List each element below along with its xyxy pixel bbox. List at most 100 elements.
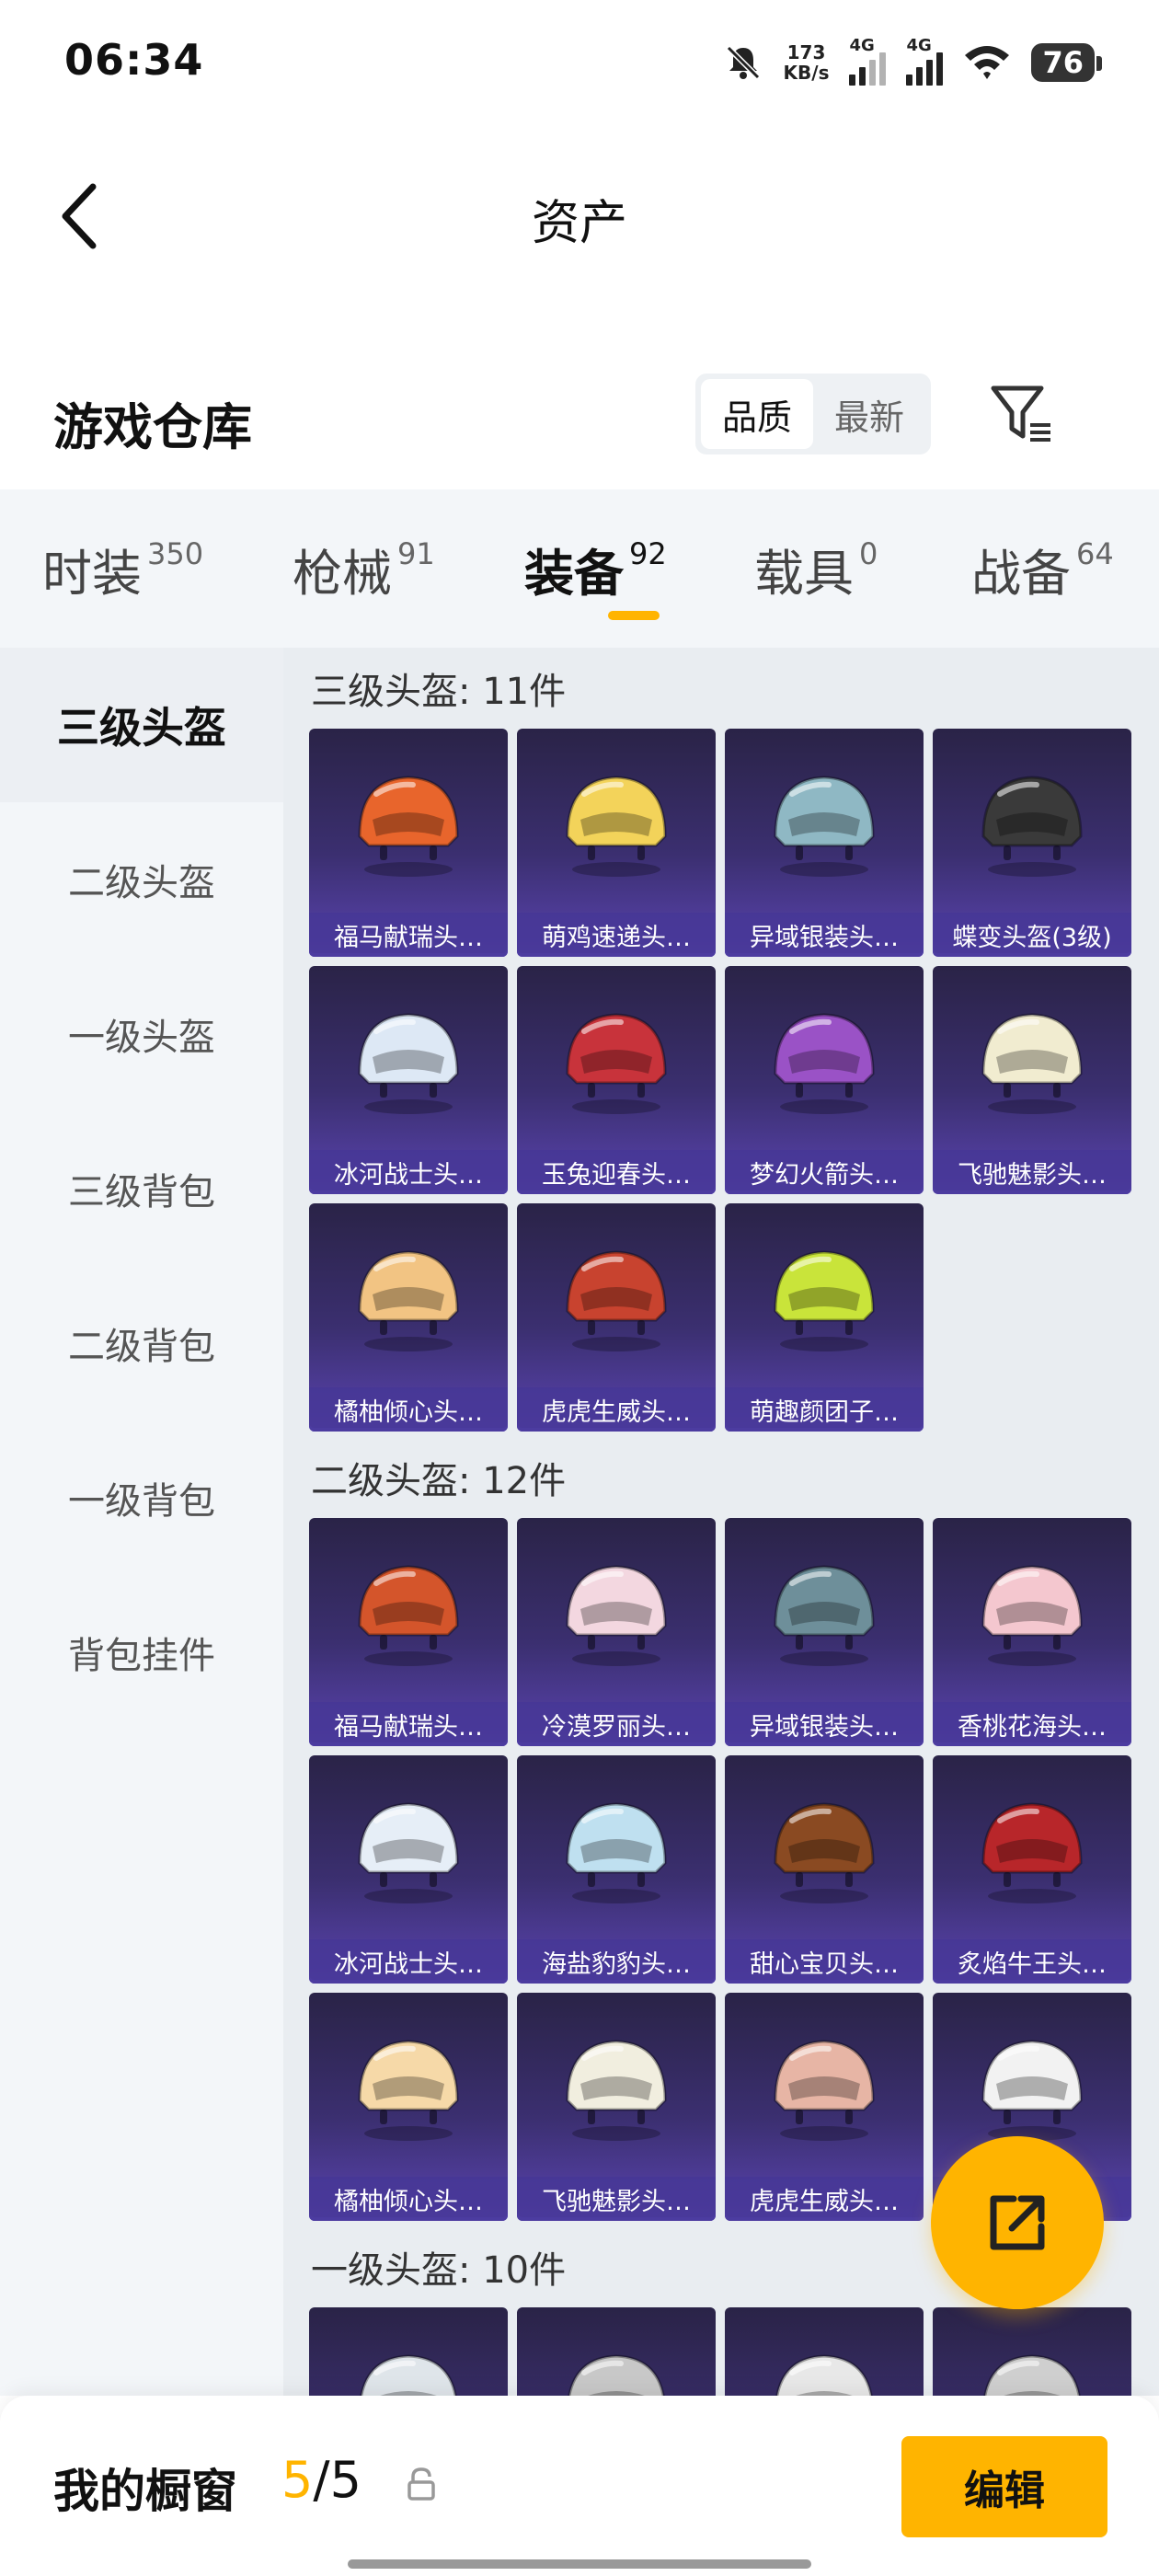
item-name: 飞驰魅影头… [933,1150,1131,1194]
item-card[interactable]: 梦幻火箭头… [725,966,924,1194]
sort-by-quality-button[interactable]: 品质 [701,379,813,449]
share-button[interactable] [931,2136,1104,2309]
item-card[interactable] [517,2307,716,2396]
item-name: 香桃花海头… [933,1702,1131,1746]
item-name: 橘柚倾心头… [309,1387,508,1432]
sidebar-item-backpack-pendant[interactable]: 背包挂件 [0,1575,283,1730]
item-name: 萌趣颜团子… [725,1387,924,1432]
item-card[interactable]: 蝶变头盔(3级) [933,729,1131,957]
showcase-separator: / [313,2451,330,2509]
sort-toggle: 品质 最新 [695,374,931,454]
helmet-icon [725,1755,924,1939]
item-name: 蝶变头盔(3级) [933,913,1131,957]
helmet-icon [725,1203,924,1387]
sidebar-item-level2-helmet[interactable]: 二级头盔 [0,802,283,957]
helmet-icon [309,966,508,1150]
item-card[interactable]: 萌鸡速递头… [517,729,716,957]
item-card[interactable]: 橘柚倾心头… [309,1993,508,2221]
item-name: 冷漠罗丽头… [517,1702,716,1746]
helmet-icon [517,729,716,913]
item-name: 飞驰魅影头… [517,2177,716,2221]
item-card[interactable] [933,2307,1131,2396]
item-name: 福马献瑞头… [309,913,508,957]
sidebar-item-level1-backpack[interactable]: 一级背包 [0,1420,283,1575]
page-title: 资产 [531,196,627,251]
item-card[interactable] [309,2307,508,2396]
battery-indicator: 76 [1031,43,1102,82]
share-external-icon [990,2195,1045,2250]
tab-label: 载具 [754,544,854,603]
item-grid: 福马献瑞头… 冷漠罗丽头… 异域银装头… 香桃花海头… 冰河战士头… 海盐豹豹头… 甜心宝贝… [283,1518,1159,2221]
helmet-icon [517,1203,716,1387]
helmet-icon [309,1755,508,1939]
sidebar-item-level2-backpack[interactable]: 二级背包 [0,1266,283,1420]
filter-icon [991,385,1050,442]
wifi-icon [965,46,1010,79]
sidebar-item-level1-helmet[interactable]: 一级头盔 [0,957,283,1111]
tab-label: 装备 [524,544,624,603]
item-card[interactable]: 虎虎生威头… [517,1203,716,1432]
item-card[interactable]: 橘柚倾心头… [309,1203,508,1432]
item-name: 冰河战士头… [309,1150,508,1194]
subcategory-sidebar: 三级头盔 二级头盔 一级头盔 三级背包 二级背包 一级背包 背包挂件 [0,648,283,2396]
app-header: 资产 [0,129,1159,294]
sidebar-item-level3-backpack[interactable]: 三级背包 [0,1111,283,1266]
item-name: 甜心宝贝头… [725,1939,924,1984]
item-name: 冰河战士头… [309,1939,508,1984]
status-bar: 06:34 173 KB/s 4G 4G 76 [0,0,1159,129]
item-groups: 三级头盔: 11件 福马献瑞头… 萌鸡速递头… 异域银装头… 蝶变头盔(3级) 冰河战士头… [283,648,1159,2396]
item-card[interactable]: 炙焰牛王头… [933,1755,1131,1984]
status-icons: 173 KB/s 4G 4G 76 [723,35,1102,90]
tab-fashion[interactable]: 时装 350 [42,489,293,648]
sort-by-newest-button[interactable]: 最新 [813,379,925,449]
item-card[interactable] [725,2307,924,2396]
item-card[interactable]: 冷漠罗丽头… [517,1518,716,1746]
showcase-current: 5 [281,2451,314,2509]
net-speed-value: 173 [786,41,826,63]
group-title: 二级头盔: 12件 [311,1460,567,1502]
item-card[interactable]: 冰河战士头… [309,966,508,1194]
tab-supplies[interactable]: 战备 64 [971,489,1146,648]
warehouse-header: 游戏仓库 品质 最新 [0,359,1159,488]
showcase-count: 5/5 [281,2451,361,2509]
helmet-icon [517,1755,716,1939]
helmet-icon [517,966,716,1150]
showcase-bar: 我的橱窗 5/5 编辑 [0,2396,1159,2576]
item-card[interactable]: 玉兔迎春头… [517,966,716,1194]
tab-count: 92 [629,536,667,571]
item-name: 玉兔迎春头… [517,1150,716,1194]
item-card[interactable]: 虎虎生威头… [725,1993,924,2221]
item-name: 异域银装头… [725,1702,924,1746]
item-card[interactable]: 福马献瑞头… [309,1518,508,1746]
item-name: 梦幻火箭头… [725,1150,924,1194]
signal-1-icon: 4G [849,36,887,86]
item-card[interactable]: 异域银装头… [725,729,924,957]
category-tabs: 时装 350 枪械 91 装备 92 载具 0 战备 64 [0,489,1159,648]
item-card[interactable]: 萌趣颜团子… [725,1203,924,1432]
item-card[interactable]: 香桃花海头… [933,1518,1131,1746]
item-card[interactable]: 飞驰魅影头… [517,1993,716,2221]
item-card[interactable]: 福马献瑞头… [309,729,508,957]
helmet-icon [933,1518,1131,1702]
tab-vehicles[interactable]: 载具 0 [754,489,971,648]
helmet-icon [309,1203,508,1387]
showcase-label: 我的橱窗 [53,2465,237,2518]
helmet-icon [517,1518,716,1702]
filter-button[interactable] [984,377,1058,451]
tab-count: 91 [397,536,435,571]
helmet-icon [933,2307,1131,2396]
sim1-label: 4G [849,36,875,55]
tab-equipment[interactable]: 装备 92 [524,489,754,648]
sidebar-item-level3-helmet[interactable]: 三级头盔 [0,648,283,802]
showcase-total: 5 [329,2451,361,2509]
item-card[interactable]: 冰河战士头… [309,1755,508,1984]
tab-firearms[interactable]: 枪械 91 [293,489,524,648]
edit-button[interactable]: 编辑 [901,2436,1107,2537]
item-grid: 福马献瑞头… 萌鸡速递头… 异域银装头… 蝶变头盔(3级) 冰河战士头… 玉兔迎春头… 梦幻… [283,729,1159,1432]
item-card[interactable]: 异域银装头… [725,1518,924,1746]
item-card[interactable]: 飞驰魅影头… [933,966,1131,1194]
helmet-icon [309,1993,508,2177]
item-card[interactable]: 甜心宝贝头… [725,1755,924,1984]
item-grid [283,2307,1159,2396]
item-card[interactable]: 海盐豹豹头… [517,1755,716,1984]
